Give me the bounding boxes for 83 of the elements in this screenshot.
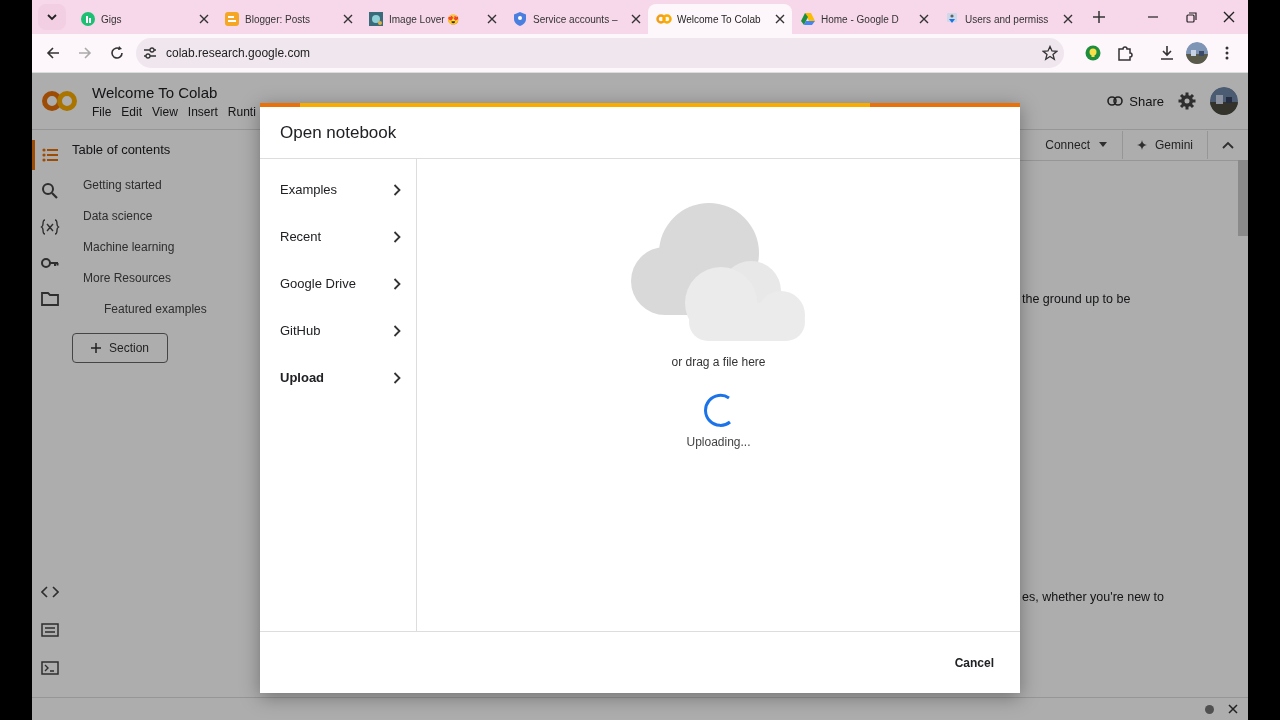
- notebook-title[interactable]: Welcome To Colab: [92, 83, 256, 101]
- plus-icon: [91, 343, 101, 353]
- bulb-icon[interactable]: [1085, 45, 1101, 61]
- site-info-icon[interactable]: [142, 45, 158, 61]
- close-icon[interactable]: [1063, 14, 1073, 24]
- menu-item[interactable]: Edit: [121, 104, 143, 119]
- browser-tab[interactable]: Blogger: Posts: [216, 4, 360, 34]
- menu-item[interactable]: Insert: [187, 104, 218, 119]
- chevron-down-icon: [46, 11, 58, 23]
- address-bar[interactable]: colab.research.google.com: [136, 38, 1064, 68]
- close-icon[interactable]: [631, 14, 641, 24]
- close-icon[interactable]: [1223, 11, 1235, 23]
- scrollbar-thumb[interactable]: [1238, 160, 1248, 236]
- favicon-icon: [80, 11, 96, 27]
- close-icon[interactable]: [919, 14, 929, 24]
- chevron-right-icon: [393, 324, 401, 337]
- share-button[interactable]: Share: [1107, 93, 1164, 109]
- variables-icon: [40, 217, 60, 237]
- plus-icon[interactable]: [1093, 11, 1105, 23]
- favicon-icon: [800, 11, 816, 27]
- reload-icon[interactable]: [110, 46, 124, 60]
- download-icon[interactable]: [1159, 45, 1175, 61]
- toc-item[interactable]: More Resources: [83, 271, 172, 285]
- chevron-right-icon: [393, 371, 401, 384]
- favicon-icon: [656, 11, 672, 27]
- close-icon[interactable]: [487, 14, 497, 24]
- nav-item[interactable]: Recent: [260, 213, 417, 260]
- close-icon[interactable]: [343, 14, 353, 24]
- link-icon: [1107, 96, 1124, 106]
- terminal-icon[interactable]: [41, 661, 59, 675]
- chevron-right-icon: [393, 183, 401, 196]
- browser-tab[interactable]: Users and permiss: [936, 4, 1080, 34]
- add-section-button[interactable]: Section: [72, 333, 168, 363]
- search-icon: [40, 181, 60, 201]
- restore-icon[interactable]: [1185, 11, 1197, 23]
- chevron-up-icon[interactable]: [1222, 141, 1234, 149]
- close-icon[interactable]: [1228, 704, 1238, 714]
- browser-tab[interactable]: Image Lover 😍: [360, 4, 504, 34]
- code-icon[interactable]: [41, 586, 59, 598]
- gemini-button[interactable]: Gemini: [1123, 131, 1208, 159]
- paragraph-text: the ground up to be: [1022, 292, 1132, 306]
- cancel-button[interactable]: Cancel: [952, 649, 996, 676]
- close-icon[interactable]: [775, 14, 785, 24]
- nav-item[interactable]: Upload: [260, 354, 417, 401]
- sparkle-icon: [1137, 140, 1147, 150]
- favicon-icon: [368, 11, 384, 27]
- menu-item[interactable]: Runti: [227, 104, 256, 119]
- chevron-right-icon: [393, 230, 401, 243]
- browser-tab[interactable]: Home - Google D: [792, 4, 936, 34]
- nav-item[interactable]: Google Drive: [260, 260, 417, 307]
- favicon-icon: [512, 11, 528, 27]
- panel-title: Table of contents: [72, 142, 172, 158]
- paragraph-text: es, whether you're new to: [1022, 590, 1166, 604]
- browser-tab[interactable]: Welcome To Colab: [648, 4, 792, 34]
- status-dot: [1205, 704, 1214, 714]
- nav-item[interactable]: Examples: [260, 166, 417, 213]
- dialog-title: Open notebook: [260, 107, 1020, 159]
- url-text: colab.research.google.com: [166, 46, 312, 60]
- menu-icon[interactable]: [1225, 46, 1229, 60]
- toc-item[interactable]: Featured examples: [104, 302, 207, 316]
- logo-icon: [42, 90, 78, 112]
- back-arrow-icon[interactable]: [46, 46, 60, 60]
- toc-item[interactable]: Machine learning: [83, 240, 175, 254]
- caret-icon: [1098, 142, 1108, 148]
- toc-item[interactable]: Getting started: [83, 178, 162, 192]
- menu-item[interactable]: File: [92, 104, 112, 119]
- nav-item[interactable]: GitHub: [260, 307, 417, 354]
- connect-button[interactable]: Connect: [1031, 131, 1123, 159]
- browser-tab[interactable]: Gigs: [72, 4, 216, 34]
- toc-item[interactable]: Data science: [83, 209, 153, 223]
- browser-tab[interactable]: Service accounts –: [504, 4, 648, 34]
- status-text: Uploading...: [686, 435, 751, 449]
- settings-icon[interactable]: [1178, 92, 1196, 110]
- keyboard-icon[interactable]: [41, 623, 59, 637]
- star-icon[interactable]: [1042, 45, 1058, 61]
- puzzle-icon[interactable]: [1117, 45, 1133, 61]
- favicon-icon: [224, 11, 240, 27]
- close-icon[interactable]: [199, 14, 209, 24]
- chevron-right-icon: [393, 277, 401, 290]
- menu-item[interactable]: View: [152, 104, 178, 119]
- drop-hint: or drag a file here: [671, 355, 766, 369]
- tab-search-button[interactable]: [38, 4, 66, 30]
- folder-icon: [40, 289, 60, 309]
